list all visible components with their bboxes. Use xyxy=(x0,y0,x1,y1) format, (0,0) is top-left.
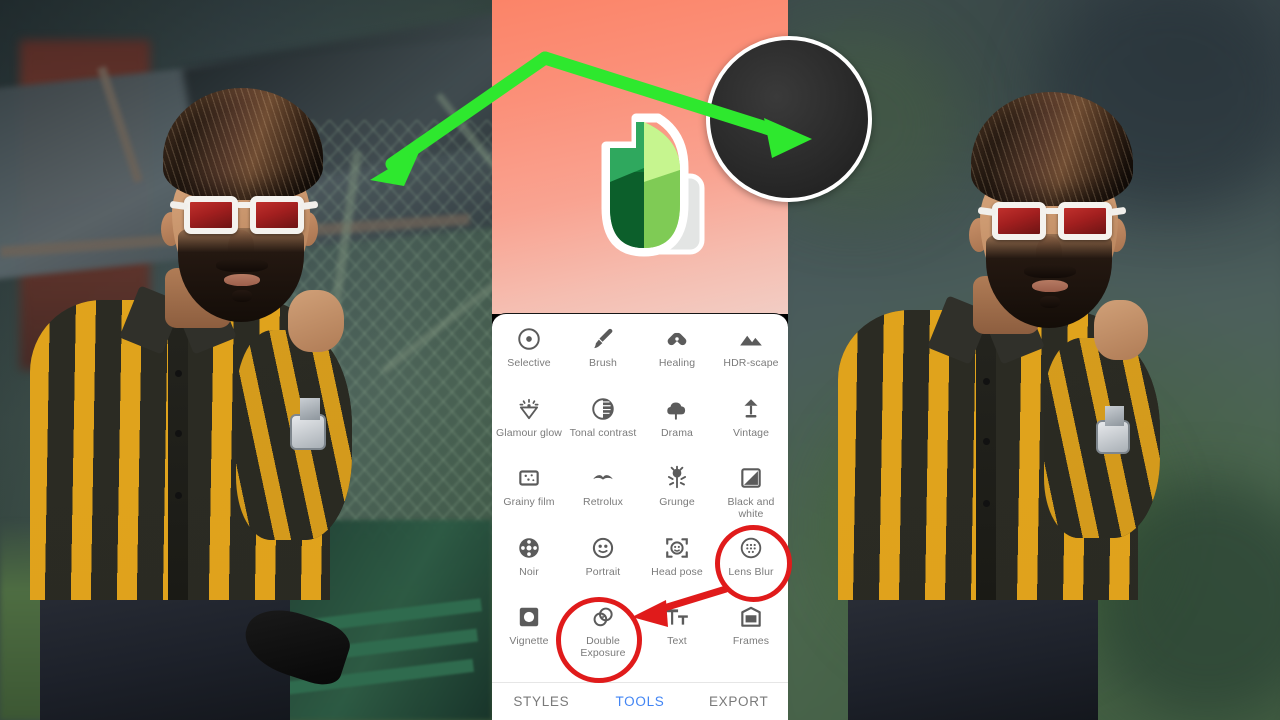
before-watch-band xyxy=(300,398,320,420)
tool-lens-blur[interactable]: Lens Blur xyxy=(714,529,788,599)
before-lips xyxy=(224,274,260,286)
tool-label: Retrolux xyxy=(583,496,623,509)
tool-healing[interactable]: Healing xyxy=(640,320,714,390)
tool-label: Head pose xyxy=(651,565,703,578)
lensblur-icon xyxy=(738,535,764,561)
screenshot-canvas: Selective Brush Healing HDR-scape Glamour gl… xyxy=(0,0,1280,720)
tool-label: Selective xyxy=(507,357,551,369)
before-shirt-placket xyxy=(168,310,188,600)
after-photo xyxy=(788,0,1280,720)
tool-drama[interactable]: Drama xyxy=(640,390,714,460)
tool-label: Vintage xyxy=(732,426,770,439)
before-shirt-button xyxy=(175,492,182,499)
tab-tools[interactable]: TOOLS xyxy=(591,694,690,709)
grunge-icon xyxy=(664,465,690,491)
after-moustache xyxy=(1024,264,1076,278)
retrolux-icon xyxy=(590,465,616,491)
tool-black-and-white[interactable]: Black and white xyxy=(714,459,788,529)
tool-label: Frames xyxy=(732,635,770,648)
snapseed-app-panel: Selective Brush Healing HDR-scape Glamour gl… xyxy=(492,0,788,720)
after-lens-left xyxy=(992,202,1046,240)
after-shirt-button xyxy=(983,378,990,385)
tool-tonal-contrast[interactable]: Tonal contrast xyxy=(566,390,640,460)
tool-label: Drama xyxy=(660,426,693,439)
before-moustache xyxy=(216,258,268,272)
after-shirt-button xyxy=(983,500,990,507)
selective-icon xyxy=(516,326,542,352)
after-shirt-placket xyxy=(976,320,996,600)
before-glasses-bridge xyxy=(236,202,254,208)
tool-selective[interactable]: Selective xyxy=(492,320,566,390)
tool-vintage[interactable]: Vintage xyxy=(714,390,788,460)
noir-icon xyxy=(516,535,542,561)
before-lens-left xyxy=(184,196,238,234)
grainyfilm-icon xyxy=(516,465,542,491)
before-shirt-button xyxy=(175,430,182,437)
glamourglow-icon xyxy=(516,396,542,422)
vignette-icon xyxy=(516,604,542,630)
blackwhite-icon xyxy=(738,465,764,491)
bottom-tab-bar: STYLES TOOLS EXPORT xyxy=(492,682,788,720)
tool-label: Glamour glow xyxy=(496,426,562,439)
doubleexposure-icon xyxy=(590,604,616,630)
tool-label: Healing xyxy=(658,357,696,369)
tool-retrolux[interactable]: Retrolux xyxy=(566,459,640,529)
tool-label: Grunge xyxy=(659,496,695,509)
before-photo xyxy=(0,0,492,720)
before-lens-right xyxy=(250,196,304,234)
tool-label: Brush xyxy=(589,357,617,369)
healing-icon xyxy=(664,326,690,352)
tool-text[interactable]: Text xyxy=(640,598,714,668)
frames-icon xyxy=(738,604,764,630)
tool-double-exposure[interactable]: Double Exposure xyxy=(566,598,640,668)
before-hand-right xyxy=(288,290,344,352)
portrait-icon xyxy=(590,535,616,561)
tool-head-pose[interactable]: Head pose xyxy=(640,529,714,599)
tool-label: Black and white xyxy=(727,496,775,520)
headpose-icon xyxy=(664,535,690,561)
hdrscape-icon xyxy=(738,326,764,352)
snapseed-logo-icon xyxy=(560,112,712,262)
drama-icon xyxy=(664,396,690,422)
tools-grid: Selective Brush Healing HDR-scape Glamour gl… xyxy=(492,320,788,668)
after-shirt-button xyxy=(983,438,990,445)
text-icon xyxy=(664,604,690,630)
after-soul-patch xyxy=(1040,296,1060,308)
tool-noir[interactable]: Noir xyxy=(492,529,566,599)
tool-grunge[interactable]: Grunge xyxy=(640,459,714,529)
before-shirt-button xyxy=(175,370,182,377)
tool-frames[interactable]: Frames xyxy=(714,598,788,668)
tool-label: Vignette xyxy=(509,635,549,648)
after-watch-band xyxy=(1105,406,1124,426)
tool-label: Grainy film xyxy=(503,496,555,509)
tool-label: Double Exposure xyxy=(580,635,626,659)
brush-icon xyxy=(590,326,616,352)
tool-label: Text xyxy=(667,635,687,648)
tool-vignette[interactable]: Vignette xyxy=(492,598,566,668)
tab-export[interactable]: EXPORT xyxy=(689,694,788,709)
after-jeans xyxy=(848,580,1098,720)
tool-grainy-film[interactable]: Grainy film xyxy=(492,459,566,529)
tool-label: Lens Blur xyxy=(728,565,774,578)
tool-label: Tonal contrast xyxy=(569,426,637,439)
tool-label: Portrait xyxy=(585,565,621,578)
after-glasses-bridge xyxy=(1044,208,1062,214)
after-lips xyxy=(1032,280,1068,292)
before-soul-patch xyxy=(232,290,252,302)
tonal-icon xyxy=(590,396,616,422)
tool-glamour-glow[interactable]: Glamour glow xyxy=(492,390,566,460)
tab-styles[interactable]: STYLES xyxy=(492,694,591,709)
tool-hdr-scape[interactable]: HDR-scape xyxy=(714,320,788,390)
after-hand-right xyxy=(1094,300,1148,360)
after-lens-right xyxy=(1058,202,1112,240)
tool-portrait[interactable]: Portrait xyxy=(566,529,640,599)
tools-sheet: Selective Brush Healing HDR-scape Glamour gl… xyxy=(492,313,788,720)
tool-brush[interactable]: Brush xyxy=(566,320,640,390)
tool-label: Noir xyxy=(519,565,539,578)
tool-label: HDR-scape xyxy=(723,357,779,369)
vintage-icon xyxy=(738,396,764,422)
